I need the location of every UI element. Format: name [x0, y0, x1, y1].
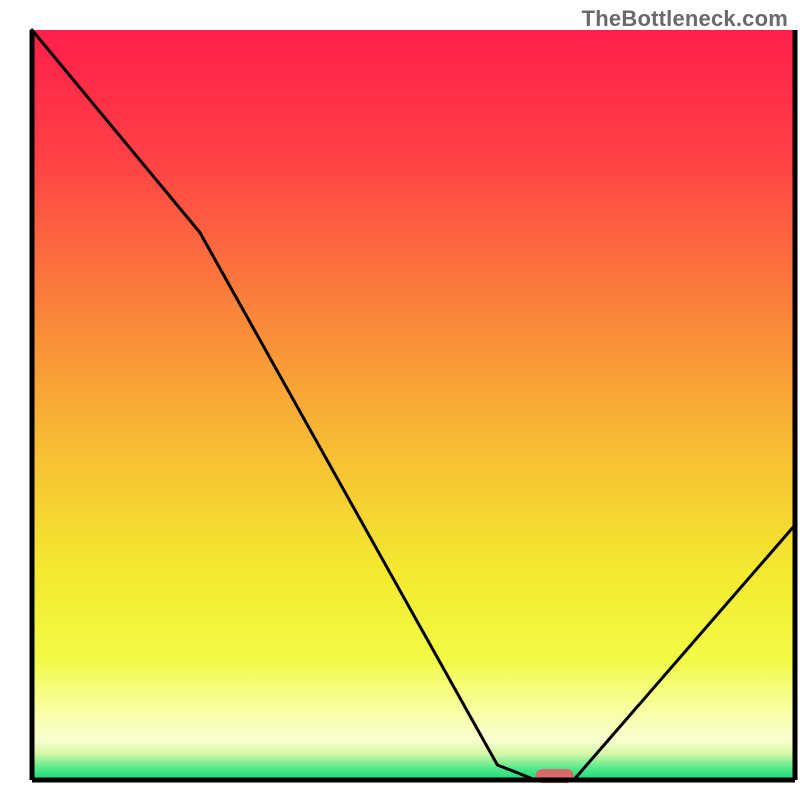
watermark-label: TheBottleneck.com: [582, 6, 788, 32]
bottleneck-chart: [0, 0, 800, 800]
gradient-background: [32, 30, 795, 780]
chart-container: TheBottleneck.com: [0, 0, 800, 800]
